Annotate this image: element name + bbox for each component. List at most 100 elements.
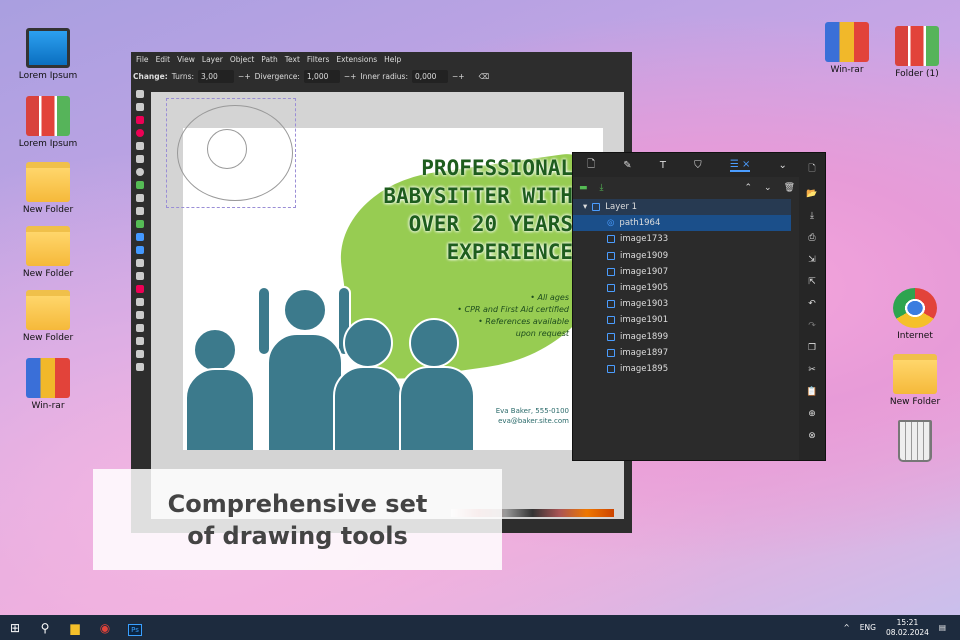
object-row[interactable]: image1899 (573, 329, 791, 345)
add-layer-icon[interactable]: ▬ (579, 183, 588, 193)
menu-object[interactable]: Object (230, 55, 254, 64)
desktop-icon[interactable]: Folder (1) (885, 26, 949, 79)
cut-icon[interactable]: ✂ (808, 365, 816, 375)
document-properties-icon[interactable]: 🗋 (587, 157, 595, 174)
desktop-icon[interactable]: Internet (883, 288, 947, 341)
pencil-tool-icon[interactable] (135, 181, 144, 189)
menu-help[interactable]: Help (384, 55, 401, 64)
zoom-fit-icon[interactable]: ⊗ (808, 431, 816, 441)
lower-icon[interactable]: ⌄ (764, 183, 772, 193)
menu-view[interactable]: View (177, 55, 195, 64)
zoom-tool-icon[interactable] (135, 350, 144, 358)
chrome-icon[interactable]: ◉ (90, 621, 120, 635)
object-row[interactable]: image1909 (573, 248, 791, 264)
desktop-icon[interactable]: New Folder (883, 354, 947, 407)
object-row[interactable]: image1907 (573, 264, 791, 280)
menu-text[interactable]: Text (285, 55, 300, 64)
spray-tool-icon[interactable] (135, 298, 144, 306)
inner-radius-stepper[interactable]: −+ (452, 72, 465, 81)
pen-tool-icon[interactable] (135, 194, 144, 202)
desktop-icon[interactable]: Lorem Ipsum (16, 96, 80, 149)
spiral-icon: ◎ (607, 218, 615, 229)
undo-icon[interactable]: ↶ (808, 299, 816, 309)
desktop-icon[interactable]: New Folder (16, 226, 80, 279)
redo-icon[interactable]: ↷ (808, 321, 816, 331)
text-tool-icon[interactable] (135, 220, 144, 228)
paste-icon[interactable]: 📋 (806, 387, 817, 397)
canvas[interactable]: PROFESSIONAL BABYSITTER WITH OVER 20 YEARS… (151, 92, 624, 519)
move-to-layer-icon[interactable]: ⤓ (600, 183, 604, 193)
desktop-icon[interactable] (883, 420, 947, 465)
file-explorer-icon[interactable]: ▆ (60, 621, 90, 635)
pages-tool-icon[interactable] (135, 363, 144, 371)
export-icon[interactable]: ⛉ (694, 160, 702, 171)
desktop-icon[interactable]: Lorem Ipsum (16, 28, 80, 81)
reset-icon[interactable]: ⌫ (479, 72, 490, 81)
copy-icon[interactable]: ❐ (808, 343, 816, 353)
tweak-tool-icon[interactable] (135, 285, 144, 293)
circle-tool-icon[interactable] (135, 129, 144, 137)
clock[interactable]: 15:21 08.02.2024 (886, 618, 929, 638)
connector-tool-icon[interactable] (135, 324, 144, 332)
divergence-stepper[interactable]: −+ (344, 72, 357, 81)
desktop-icon[interactable]: New Folder (16, 162, 80, 215)
save-icon[interactable]: ⤓ (810, 211, 814, 221)
turns-stepper[interactable]: −+ (238, 72, 251, 81)
gradient-tool-icon[interactable] (135, 233, 144, 241)
object-row[interactable]: image1905 (573, 280, 791, 296)
print-icon[interactable]: ⎙ (808, 233, 815, 243)
selector-tool-icon[interactable] (135, 90, 144, 98)
object-row[interactable]: image1903 (573, 296, 791, 312)
photoshop-icon[interactable]: Ps (120, 621, 150, 636)
expand-icon[interactable]: ▾ (583, 202, 587, 212)
menu-edit[interactable]: Edit (156, 55, 171, 64)
inner-radius-input[interactable]: 0,000 (411, 69, 448, 83)
calligraphy-tool-icon[interactable] (135, 207, 144, 215)
menu-extensions[interactable]: Extensions (336, 55, 377, 64)
fill-stroke-icon[interactable]: ✎ (623, 160, 631, 171)
object-row[interactable]: image1901 (573, 312, 791, 328)
text-font-icon[interactable]: T (660, 160, 666, 171)
object-row[interactable]: image1897 (573, 345, 791, 361)
notifications-icon[interactable]: ▤ (939, 623, 946, 632)
menu-path[interactable]: Path (261, 55, 277, 64)
chevron-down-icon[interactable]: ⌄ (779, 160, 787, 171)
menu-filters[interactable]: Filters (307, 55, 329, 64)
object-row[interactable]: image1733 (573, 231, 791, 247)
eraser-tool-icon[interactable] (135, 311, 144, 319)
menu-file[interactable]: File (136, 55, 149, 64)
object-row[interactable]: ◎ path1964 (573, 215, 791, 232)
windows-start-icon[interactable]: ⊞ (0, 621, 30, 635)
search-icon[interactable]: ⚲ (30, 621, 60, 635)
new-document-icon[interactable]: 🗋 (808, 161, 815, 177)
menu-layer[interactable]: Layer (202, 55, 223, 64)
language-indicator[interactable]: ENG (860, 623, 876, 632)
export-doc-icon[interactable]: ⇱ (808, 277, 816, 287)
open-icon[interactable]: 📂 (806, 189, 817, 199)
person-body (333, 366, 403, 450)
3dbox-tool-icon[interactable] (135, 155, 144, 163)
divergence-input[interactable]: 1,000 (303, 69, 340, 83)
measure-tool-icon[interactable] (135, 337, 144, 345)
icon-label: New Folder (22, 333, 74, 343)
desktop-icon[interactable]: Win-rar (815, 22, 879, 75)
turns-input[interactable]: 3,00 (198, 69, 235, 83)
layers-objects-icon[interactable]: ☰ × (729, 159, 751, 172)
object-row[interactable]: image1895 (573, 361, 791, 377)
rect-tool-icon[interactable] (135, 116, 144, 124)
layer-row[interactable]: ▾ Layer 1 (573, 199, 791, 216)
delete-icon[interactable]: 🗑 (784, 183, 795, 193)
desktop-icon[interactable]: Win-rar (16, 358, 80, 411)
star-tool-icon[interactable] (135, 142, 144, 150)
spiral-tool-icon[interactable] (135, 168, 144, 176)
raise-icon[interactable]: ⌃ (744, 183, 752, 193)
spiral-selection[interactable] (166, 98, 296, 208)
chevron-up-icon[interactable]: ^ (843, 623, 849, 632)
import-icon[interactable]: ⇲ (808, 255, 816, 265)
node-tool-icon[interactable] (135, 103, 144, 111)
dropper-tool-icon[interactable] (135, 259, 144, 267)
paint-bucket-icon[interactable] (135, 272, 144, 280)
desktop-icon[interactable]: New Folder (16, 290, 80, 343)
zoom-in-icon[interactable]: ⊕ (808, 409, 816, 419)
mesh-tool-icon[interactable] (135, 246, 144, 254)
